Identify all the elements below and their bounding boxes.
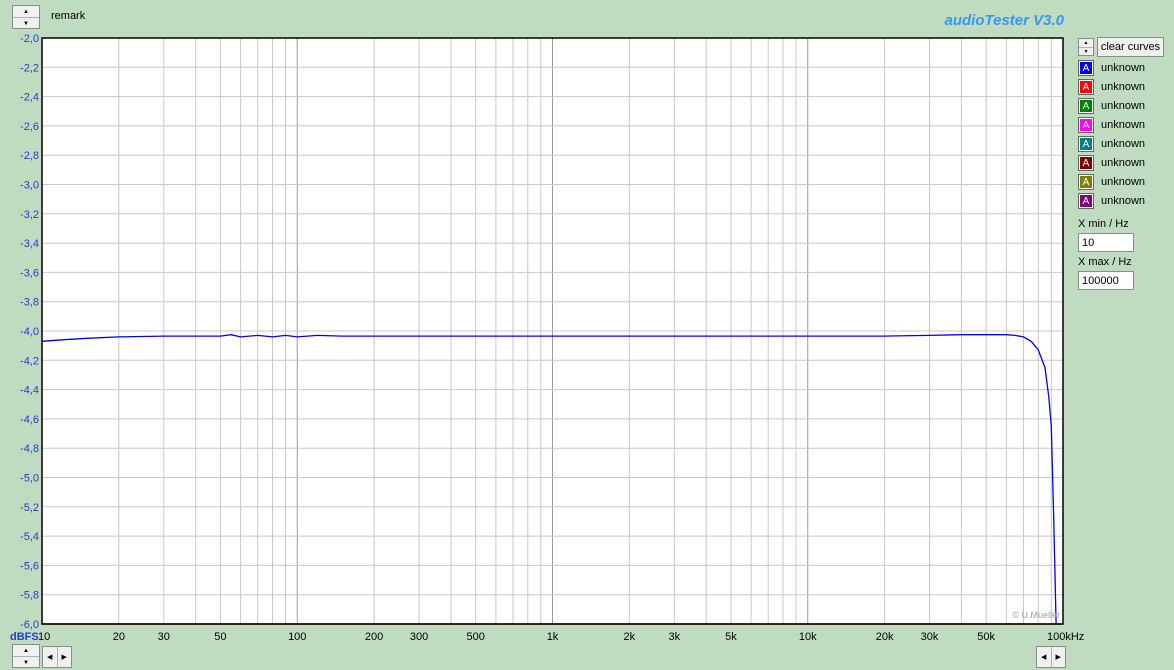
y-tick-label: -3,4 <box>20 238 39 250</box>
y-tick-label: -4,4 <box>20 385 39 397</box>
frequency-response-chart: -2,0 -2,2 -2,4 -2,6 -2,8 -3,0 -3,2 -3,4 -3,6 -3,8… <box>10 33 1084 643</box>
y-tick-label: -2,2 <box>20 62 39 74</box>
x-tick-label: 30k <box>921 631 939 643</box>
x-tick-label: 1k <box>547 631 559 643</box>
x-tick-label: 50k <box>977 631 995 643</box>
legend-item[interactable]: Aunknown <box>1078 136 1146 152</box>
curve-spinner[interactable]: ▲ ▼ <box>1078 38 1094 56</box>
y-tick-label: -6,0 <box>20 619 39 631</box>
y-tick-label: -5,6 <box>20 560 39 572</box>
spinner-down-icon[interactable]: ▼ <box>13 656 39 668</box>
y-tick-label: -4,2 <box>20 355 39 367</box>
x-tick-label: 50 <box>214 631 226 643</box>
y-tick-label: -2,0 <box>20 33 39 45</box>
legend-item[interactable]: Aunknown <box>1078 60 1146 76</box>
spinner-up-icon[interactable]: ▲ <box>1079 39 1093 47</box>
y-tick-label: -3,8 <box>20 297 39 309</box>
curve-color-icon[interactable]: A <box>1078 174 1094 190</box>
y-tick-label: -4,0 <box>20 326 39 338</box>
x-tick-label: 3k <box>668 631 680 643</box>
legend-label: unknown <box>1101 176 1146 188</box>
legend-label: unknown <box>1101 62 1146 74</box>
scroll-left-icon[interactable]: ◀ <box>1037 647 1051 667</box>
y-tick-label: -5,0 <box>20 473 39 485</box>
y-tick-label: -2,8 <box>20 150 39 162</box>
clear-curves-button[interactable]: clear curves <box>1097 37 1164 57</box>
y-tick-label: -4,6 <box>20 414 39 426</box>
y-tick-label: -5,2 <box>20 502 39 514</box>
legend-label: unknown <box>1101 195 1146 207</box>
x-min-label: X min / Hz <box>1078 218 1129 230</box>
legend-item[interactable]: Aunknown <box>1078 174 1146 190</box>
x-max-field[interactable] <box>1078 271 1134 290</box>
legend-item[interactable]: Aunknown <box>1078 155 1146 171</box>
curve-color-icon[interactable]: A <box>1078 193 1094 209</box>
legend-item[interactable]: Aunknown <box>1078 193 1146 209</box>
x-tick-label: 30 <box>158 631 170 643</box>
x-tick-label: 100kHz <box>1047 631 1084 643</box>
x-tick-label: 500 <box>466 631 484 643</box>
x-scroll-left[interactable]: ◀ ▶ <box>42 646 72 668</box>
x-tick-label: 2k <box>624 631 636 643</box>
x-min-field[interactable] <box>1078 233 1134 252</box>
y-tick-label: -3,0 <box>20 180 39 192</box>
y-axis-label: dBFS <box>10 631 39 643</box>
curve-color-icon[interactable]: A <box>1078 79 1094 95</box>
x-tick-label: 20k <box>876 631 894 643</box>
legend-item[interactable]: Aunknown <box>1078 117 1146 133</box>
curve-color-icon[interactable]: A <box>1078 117 1094 133</box>
spinner-down-icon[interactable]: ▼ <box>1079 47 1093 56</box>
curve-color-icon[interactable]: A <box>1078 98 1094 114</box>
scroll-right-icon[interactable]: ▶ <box>56 647 72 667</box>
y-tick-label: -2,4 <box>20 92 39 104</box>
x-tick-label: 200 <box>365 631 383 643</box>
scroll-left-icon[interactable]: ◀ <box>43 647 57 667</box>
spinner-up-icon[interactable]: ▲ <box>13 645 39 656</box>
y-tick-label: -2,6 <box>20 121 39 133</box>
y-tick-label: -3,6 <box>20 267 39 279</box>
scroll-right-icon[interactable]: ▶ <box>1050 647 1066 667</box>
x-tick-label: 300 <box>410 631 428 643</box>
legend-item[interactable]: Aunknown <box>1078 98 1146 114</box>
y-tick-label: -5,4 <box>20 531 39 543</box>
x-tick-label: 20 <box>113 631 125 643</box>
curve-color-icon[interactable]: A <box>1078 60 1094 76</box>
curve-color-icon[interactable]: A <box>1078 155 1094 171</box>
x-scroll-right[interactable]: ◀ ▶ <box>1036 646 1066 668</box>
y-scale-spinner[interactable]: ▲ ▼ <box>12 644 40 668</box>
legend-label: unknown <box>1101 157 1146 169</box>
legend-label: unknown <box>1101 138 1146 150</box>
x-max-label: X max / Hz <box>1078 256 1132 268</box>
legend-item[interactable]: Aunknown <box>1078 79 1146 95</box>
x-tick-label: 100 <box>288 631 306 643</box>
x-tick-label: 5k <box>725 631 737 643</box>
legend-label: unknown <box>1101 119 1146 131</box>
x-tick-label: 10 <box>38 631 50 643</box>
x-tick-label: 10k <box>799 631 817 643</box>
y-tick-label: -4,8 <box>20 443 39 455</box>
legend-label: unknown <box>1101 81 1146 93</box>
legend-label: unknown <box>1101 100 1146 112</box>
y-tick-label: -3,2 <box>20 209 39 221</box>
curve-color-icon[interactable]: A <box>1078 136 1094 152</box>
watermark-text: © U.Mueller <box>1012 610 1060 620</box>
y-tick-label: -5,8 <box>20 590 39 602</box>
